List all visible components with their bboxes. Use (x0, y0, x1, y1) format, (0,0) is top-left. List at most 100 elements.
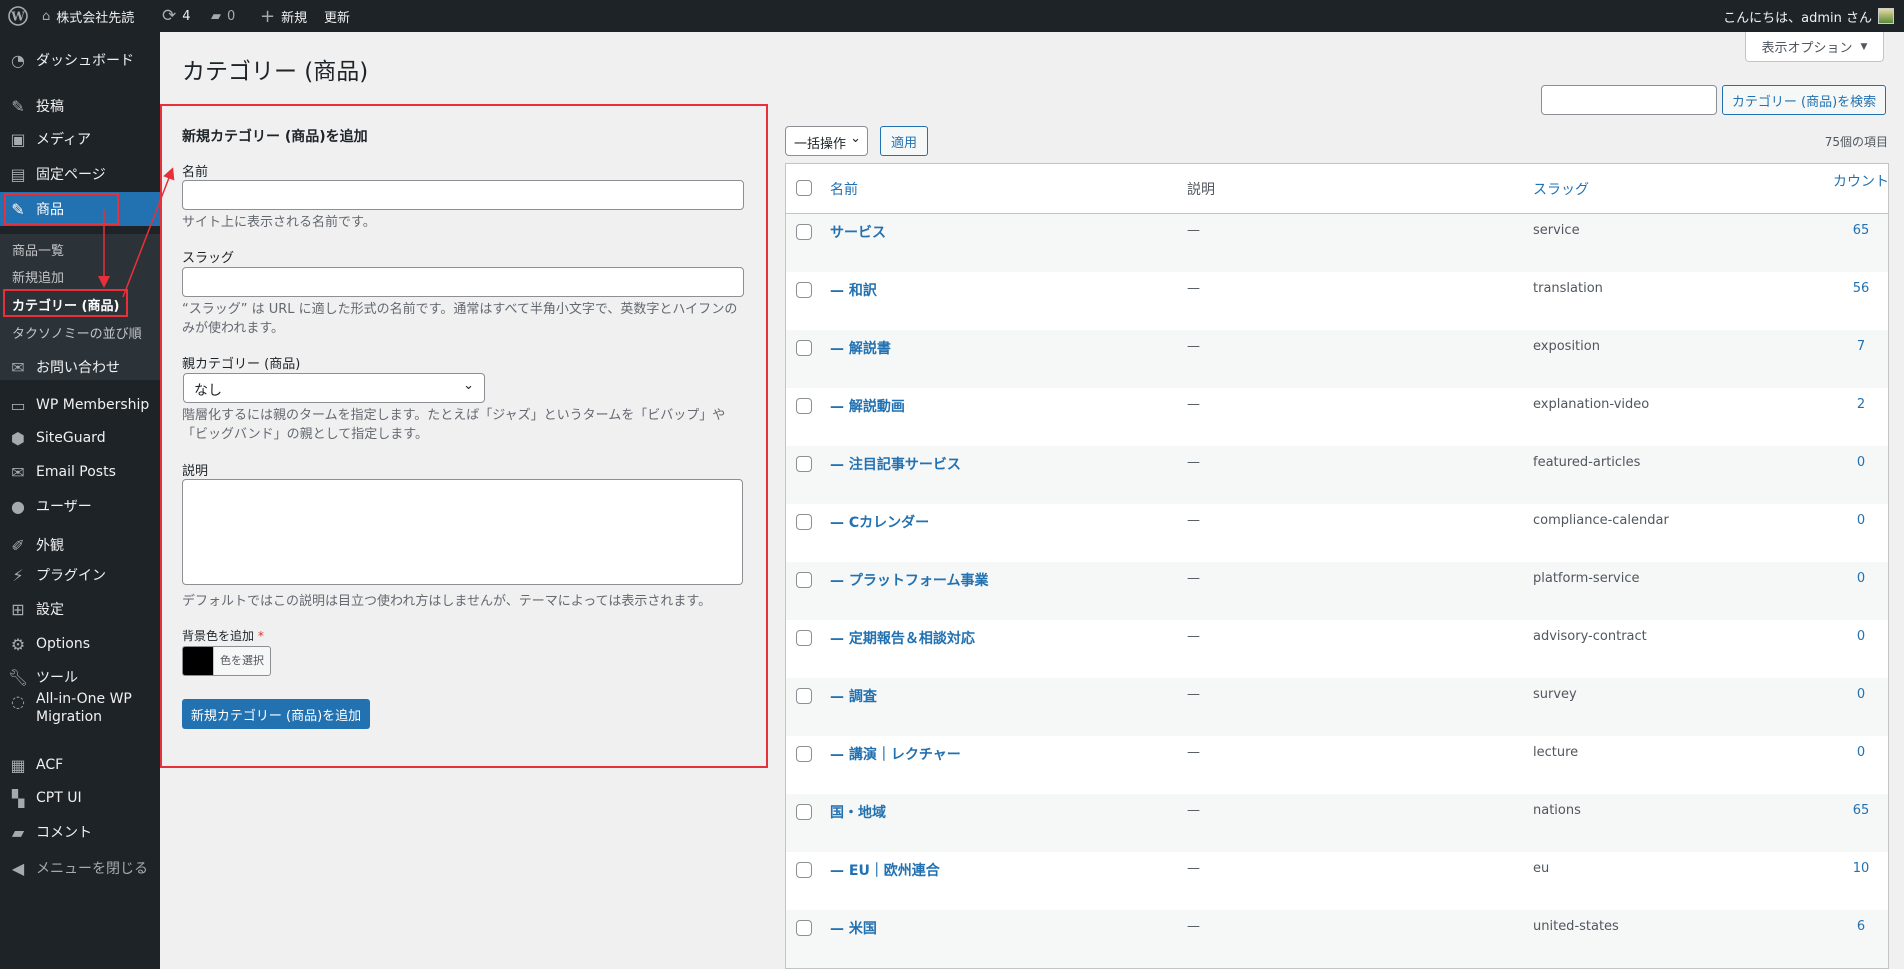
row-checkbox[interactable] (796, 572, 812, 588)
update-link[interactable]: 更新 (324, 0, 350, 32)
submenu-item-1[interactable]: 新規追加 (0, 261, 160, 289)
term-name-link[interactable]: — 講演｜レクチャー (830, 744, 961, 764)
sidebar-item-label: 固定ページ (36, 167, 106, 183)
new-content-link[interactable]: + 新規 (260, 0, 307, 32)
term-description: — (1187, 687, 1200, 702)
updates-link[interactable]: ⟳ 4 (162, 0, 191, 32)
sidebar-item-19[interactable]: ◀ メニューを閉じる (0, 851, 160, 885)
term-count-link[interactable]: 65 (1806, 803, 1904, 818)
sidebar-item-9[interactable]: ● ユーザー (0, 489, 160, 523)
sidebar-item-5[interactable]: ✉ お問い合わせ (0, 350, 160, 384)
term-count-link[interactable]: 65 (1806, 223, 1904, 238)
search-button[interactable]: カテゴリー (商品)を検索 (1722, 85, 1886, 115)
sidebar-item-16[interactable]: ▦ ACF (0, 748, 160, 782)
my-account[interactable]: こんにちは、admin さん (1723, 0, 1894, 32)
sidebar-item-label: ダッシュボード (36, 53, 134, 69)
comment-icon: ▰ (11, 822, 25, 842)
term-count-link[interactable]: 0 (1806, 571, 1904, 586)
categories-table: 名前 説明 スラッグ カウント サービス — service 65— 和訳 — trans… (785, 163, 1889, 969)
sidebar-item-18[interactable]: ▰ コメント (0, 815, 160, 849)
sidebar-item-6[interactable]: ▭ WP Membership (0, 388, 160, 422)
sidebar-item-2[interactable]: ▣ メディア (0, 122, 160, 156)
term-name-link[interactable]: — プラットフォーム事業 (830, 570, 988, 590)
description-textarea[interactable] (182, 479, 743, 585)
term-description: — (1187, 281, 1200, 296)
sidebar-item-label: Options (36, 636, 91, 652)
row-checkbox[interactable] (796, 282, 812, 298)
term-count-link[interactable]: 0 (1806, 629, 1904, 644)
row-checkbox[interactable] (796, 746, 812, 762)
sidebar-item-0[interactable]: ◔ ダッシュボード (0, 43, 160, 77)
term-count-link[interactable]: 0 (1806, 745, 1904, 760)
term-count-link[interactable]: 10 (1806, 861, 1904, 876)
term-name-link[interactable]: — 解説書 (830, 338, 891, 358)
submenu-item-2[interactable]: カテゴリー (商品) (0, 289, 160, 317)
row-checkbox[interactable] (796, 398, 812, 414)
row-checkbox[interactable] (796, 340, 812, 356)
screen-options-button[interactable]: 表示オプション ▼ (1745, 32, 1884, 62)
row-checkbox[interactable] (796, 920, 812, 936)
sidebar-item-10[interactable]: ✐ 外観 (0, 528, 160, 562)
term-name-link[interactable]: — 解説動画 (830, 396, 905, 416)
row-checkbox[interactable] (796, 862, 812, 878)
row-checkbox[interactable] (796, 224, 812, 240)
color-picker-button[interactable]: 色を選択 (182, 646, 271, 676)
site-name-link[interactable]: ⌂ 株式会社先読 (42, 0, 134, 32)
search-input[interactable] (1541, 85, 1717, 115)
select-all-checkbox[interactable] (796, 180, 812, 196)
term-count-link[interactable]: 2 (1806, 397, 1904, 412)
avatar (1878, 8, 1894, 24)
add-category-button[interactable]: 新規カテゴリー (商品)を追加 (182, 699, 370, 729)
parent-select[interactable]: なし ⌄ (183, 373, 485, 403)
acf-icon: ▦ (10, 755, 26, 775)
sidebar-item-3[interactable]: ▤ 固定ページ (0, 157, 160, 191)
term-name-link[interactable]: — 注目記事サービス (830, 454, 961, 474)
term-count-link[interactable]: 0 (1806, 687, 1904, 702)
chevron-down-icon: ⌄ (850, 131, 861, 146)
term-count-link[interactable]: 6 (1806, 919, 1904, 934)
sidebar-item-17[interactable]: ▚ CPT UI (0, 781, 160, 815)
updates-icon: ⟳ (162, 6, 177, 26)
term-count-link[interactable]: 56 (1806, 281, 1904, 296)
row-checkbox[interactable] (796, 630, 812, 646)
sidebar-item-15[interactable]: ◌ All-in-One WP Migration (0, 690, 160, 730)
row-checkbox[interactable] (796, 804, 812, 820)
term-name-link[interactable]: — EU｜欧州連合 (830, 860, 940, 880)
term-description: — (1187, 919, 1200, 934)
slug-input[interactable] (182, 267, 744, 297)
sidebar-item-12[interactable]: ⊞ 設定 (0, 592, 160, 626)
comments-link[interactable]: ▰ 0 (211, 0, 235, 32)
term-name-link[interactable]: — 米国 (830, 918, 877, 938)
column-count[interactable]: カウント (1806, 171, 1904, 191)
term-count-link[interactable]: 0 (1806, 513, 1904, 528)
sidebar-item-14[interactable]: 🔧︎ ツール (0, 660, 160, 694)
sidebar-item-13[interactable]: ⚙ Options (0, 627, 160, 661)
term-name-link[interactable]: 国・地域 (830, 802, 886, 822)
submenu-item-3[interactable]: タクソノミーの並び順 (0, 317, 160, 345)
sidebar-item-1[interactable]: ✎ 投稿 (0, 89, 160, 123)
term-name-link[interactable]: — 調査 (830, 686, 877, 706)
term-name-link[interactable]: — 和訳 (830, 280, 877, 300)
term-description: — (1187, 861, 1200, 876)
term-count-link[interactable]: 7 (1806, 339, 1904, 354)
term-name-link[interactable]: サービス (830, 222, 886, 242)
submenu-item-0[interactable]: 商品一覧 (0, 234, 160, 262)
bulk-action-select[interactable]: 一括操作 ⌄ (785, 126, 868, 156)
wordpress-logo-icon[interactable]: W (8, 0, 28, 32)
column-name[interactable]: 名前 (830, 179, 858, 199)
row-checkbox[interactable] (796, 456, 812, 472)
table-row: — 解説書 — exposition 7 (786, 330, 1888, 388)
term-name-link[interactable]: — 定期報告＆相談対応 (830, 628, 975, 648)
column-slug[interactable]: スラッグ (1533, 179, 1589, 199)
name-input[interactable] (182, 180, 744, 210)
row-checkbox[interactable] (796, 688, 812, 704)
sidebar-item-8[interactable]: ✉ Email Posts (0, 455, 160, 489)
term-name-link[interactable]: — Cカレンダー (830, 512, 929, 532)
sidebar-item-11[interactable]: ⚡ プラグイン (0, 558, 160, 592)
apply-button[interactable]: 適用 (880, 126, 928, 156)
slug-label: スラッグ (182, 251, 235, 266)
sidebar-item-4[interactable]: ✎ 商品 (0, 192, 160, 226)
term-count-link[interactable]: 0 (1806, 455, 1904, 470)
sidebar-item-7[interactable]: ⬢ SiteGuard (0, 421, 160, 455)
row-checkbox[interactable] (796, 514, 812, 530)
